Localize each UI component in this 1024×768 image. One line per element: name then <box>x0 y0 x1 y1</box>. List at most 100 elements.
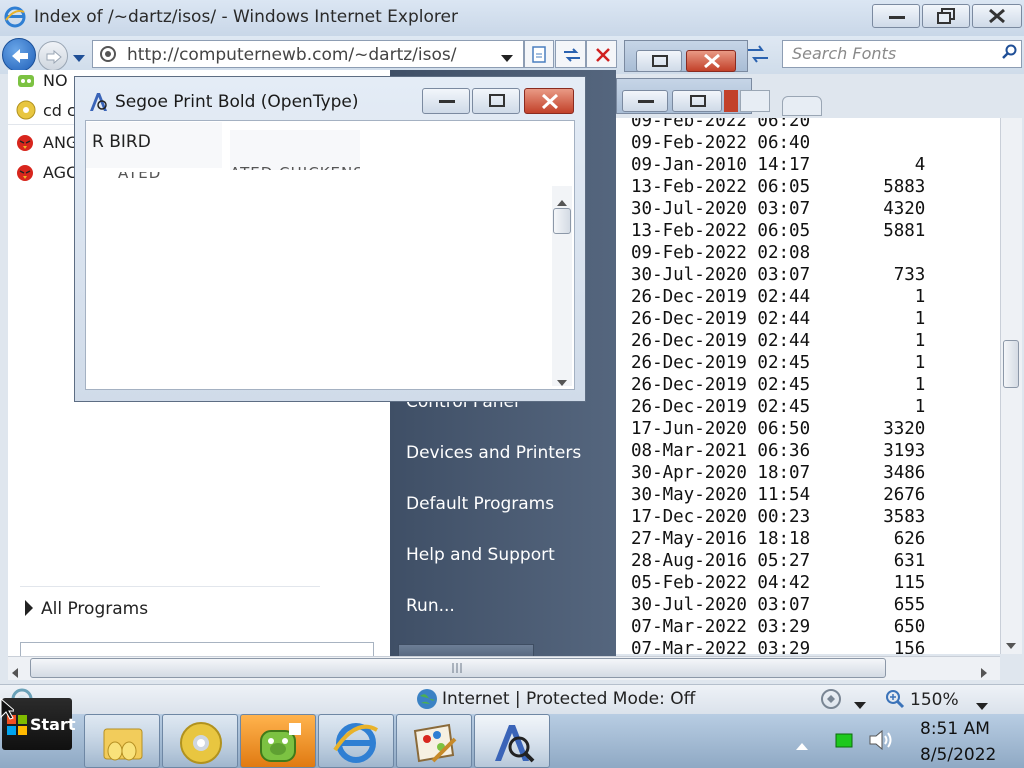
angry-bird-icon <box>15 162 35 186</box>
zoom-level[interactable]: 150% <box>910 690 959 710</box>
protected-mode-icon[interactable] <box>820 688 846 714</box>
background-close-button[interactable] <box>686 50 736 72</box>
font-tab-1-label: R BIRD <box>92 132 151 152</box>
stop-button[interactable] <box>586 40 617 68</box>
font-tab-1[interactable]: R BIRD <box>86 122 222 168</box>
back-button[interactable] <box>2 38 36 72</box>
font-dialog-minimize-button[interactable] <box>422 88 470 114</box>
listing-row: 09-Feb-2022 06:20 <box>631 118 925 132</box>
row-gap <box>810 309 873 329</box>
font-dialog-close-button[interactable] <box>524 88 574 114</box>
background-tab-fragment[interactable] <box>740 90 770 112</box>
default-programs-link[interactable]: Default Programs <box>406 494 554 514</box>
window-title: Index of /~dartz/isos/ - Windows Interne… <box>34 7 458 27</box>
history-dropdown-icon[interactable] <box>72 49 86 68</box>
row-date: 08-Mar-2021 06:36 <box>631 441 811 461</box>
row-size: 1 <box>914 353 926 373</box>
row-date: 09-Feb-2022 02:08 <box>631 243 811 263</box>
row-date: 07-Mar-2022 03:29 <box>631 639 811 654</box>
forward-button[interactable] <box>38 41 68 71</box>
ie-logo-icon <box>4 6 26 28</box>
run-link[interactable]: Run... <box>406 596 455 616</box>
font-scroll-thumb[interactable] <box>553 208 571 234</box>
row-gap <box>810 199 873 219</box>
row-size: 156 <box>893 639 926 654</box>
program-item[interactable]: NO <box>43 71 68 90</box>
row-date: 26-Dec-2019 02:45 <box>631 397 811 417</box>
listing-row: 05-Feb-2022 04:42 115 <box>631 572 925 594</box>
taskbar-paint-button[interactable] <box>396 714 472 768</box>
program-item[interactable]: AGC <box>43 163 77 182</box>
horizontal-scroll-thumb[interactable] <box>30 658 886 678</box>
background-close-fragment[interactable] <box>724 90 738 112</box>
row-size: 626 <box>893 529 926 549</box>
network-icon[interactable] <box>834 732 854 754</box>
font-preview-scrollbar[interactable] <box>552 186 572 386</box>
devices-and-printers-link[interactable]: Devices and Printers <box>406 443 581 463</box>
row-size: 1 <box>914 375 926 395</box>
angry-bird-icon <box>15 132 35 156</box>
row-date: 26-Dec-2019 02:44 <box>631 309 811 329</box>
taskbar-font-viewer-button[interactable] <box>474 714 550 768</box>
all-programs-button[interactable]: All Programs <box>41 599 148 619</box>
row-date: 17-Jun-2020 06:50 <box>631 419 811 439</box>
row-date: 30-Jul-2020 03:07 <box>631 595 811 615</box>
scroll-right-arrow-icon[interactable] <box>980 663 988 682</box>
row-gap <box>810 331 873 351</box>
zoom-dropdown-icon[interactable] <box>976 696 988 715</box>
address-dropdown-icon[interactable] <box>500 49 514 68</box>
row-size: 655 <box>893 595 926 615</box>
clock-date[interactable]: 8/5/2022 <box>920 745 996 765</box>
close-tab-fragment[interactable] <box>782 96 822 116</box>
listing-row: 30-Jul-2020 03:07 4320 <box>631 198 925 220</box>
background-refresh-icon[interactable] <box>746 44 770 68</box>
scroll-down-arrow-icon[interactable] <box>1006 636 1016 655</box>
minimize-button[interactable] <box>872 4 920 28</box>
security-zone-text[interactable]: Internet | Protected Mode: Off <box>442 689 695 709</box>
listing-row: 30-May-2020 11:54 2676 <box>631 484 925 506</box>
listing-row: 26-Dec-2019 02:44 1 <box>631 308 925 330</box>
close-button[interactable] <box>972 4 1022 28</box>
row-size: 650 <box>893 617 926 637</box>
restore-button[interactable] <box>922 4 970 28</box>
row-date: 07-Mar-2022 03:29 <box>631 617 811 637</box>
help-and-support-link[interactable]: Help and Support <box>406 545 555 565</box>
row-date: 26-Dec-2019 02:45 <box>631 353 811 373</box>
taskbar-internet-explorer-button[interactable] <box>318 714 394 768</box>
row-gap <box>810 177 873 197</box>
font-dialog-maximize-button[interactable] <box>472 88 520 114</box>
row-size: 115 <box>893 573 926 593</box>
clock-time[interactable]: 8:51 AM <box>920 719 990 739</box>
address-text[interactable]: http://computernewb.com/~dartz/isos/ <box>127 45 456 65</box>
font-scroll-down-icon[interactable] <box>557 372 567 391</box>
zoom-icon[interactable] <box>884 688 906 714</box>
background-maximize-button[interactable] <box>672 90 722 112</box>
background-minimize-button[interactable] <box>622 90 668 112</box>
taskbar-bad-piggies-button[interactable] <box>240 714 316 768</box>
search-icon[interactable] <box>1002 44 1018 64</box>
all-programs-arrow-icon <box>24 599 34 621</box>
volume-icon[interactable] <box>868 728 894 756</box>
taskbar-cd-button[interactable] <box>162 714 238 768</box>
protected-mode-dropdown-icon[interactable] <box>854 695 866 714</box>
font-tab-1-cutoff-label: ATED CHICKENS IN VIDEO GA <box>118 172 160 182</box>
vertical-scroll-thumb[interactable] <box>1003 340 1019 388</box>
green-robot-icon <box>16 72 36 92</box>
taskbar-explorer-button[interactable] <box>84 714 160 768</box>
show-hidden-icons-icon[interactable] <box>795 736 809 755</box>
font-tab-2[interactable]: ATED CHICKENS IN VIDEO GA <box>230 130 360 170</box>
scroll-left-arrow-icon[interactable] <box>11 663 19 682</box>
start-label: Start <box>30 715 76 734</box>
compatibility-view-button[interactable] <box>524 40 554 68</box>
background-restore-button[interactable] <box>636 50 682 72</box>
vertical-scrollbar[interactable] <box>1000 118 1022 654</box>
cd-icon <box>16 100 36 124</box>
row-date: 30-May-2020 11:54 <box>631 485 811 505</box>
row-size: 5883 <box>883 177 926 197</box>
font-viewer-icon <box>88 92 110 116</box>
row-date: 26-Dec-2019 02:45 <box>631 375 811 395</box>
refresh-button[interactable] <box>555 40 586 68</box>
row-size: 1 <box>914 309 926 329</box>
program-item[interactable]: cd c <box>43 101 76 120</box>
listing-row: 09-Feb-2022 06:40 <box>631 132 925 154</box>
